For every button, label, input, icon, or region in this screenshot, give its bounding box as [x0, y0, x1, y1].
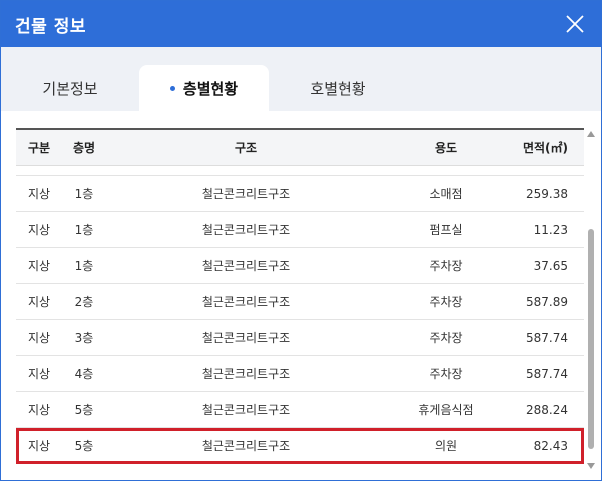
tab-floor-status[interactable]: 층별현황	[139, 65, 269, 111]
active-tab-dot	[169, 85, 175, 91]
tab-basic-info[interactable]: 기본정보	[5, 65, 135, 111]
vertical-scrollbar[interactable]	[586, 131, 596, 469]
scroll-thumb[interactable]	[588, 229, 594, 449]
table-row-highlighted[interactable]: 지상 5층 철근콘크리트구조 의원 82.43	[16, 428, 584, 464]
cell-category: 지상	[27, 223, 51, 237]
cell-usage: 주차장	[429, 259, 463, 273]
cell-area: 259.38	[526, 186, 568, 201]
tab-label: 호별현황	[310, 79, 366, 98]
cell-category: 지상	[27, 259, 51, 273]
cell-floor: 5층	[74, 439, 94, 453]
cell-floor: 3층	[74, 331, 94, 345]
table-row[interactable]: 지상 5층 철근콘크리트구조 휴게음식점 288.24	[16, 392, 584, 428]
cell-area: 587.74	[526, 366, 568, 381]
close-button[interactable]	[563, 12, 587, 36]
table-row[interactable]: 지상 4층 철근콘크리트구조 주차장 587.74	[16, 356, 584, 392]
cell-floor: 1층	[74, 187, 94, 201]
cell-floor: 1층	[74, 259, 94, 273]
title-bar: 건물 정보	[1, 1, 601, 47]
cell-usage: 의원	[434, 439, 458, 453]
cell-floor: 4층	[74, 367, 94, 381]
cell-usage: 주차장	[429, 295, 463, 309]
cell-category: 지상	[27, 403, 51, 417]
header-structure: 구조	[234, 141, 258, 155]
table-row[interactable]: 지상 2층 철근콘크리트구조 주차장 587.89	[16, 284, 584, 320]
cell-area: 37.65	[533, 258, 568, 273]
cell-category: 지상	[27, 367, 51, 381]
table-header: 구분 층명 구조 용도 면적(㎡)	[16, 128, 584, 166]
cell-category: 지상	[27, 331, 51, 345]
building-info-dialog: 건물 정보 기본정보 층별현황 호별현황 구분 층명 구조 용도 면적(㎡) 지…	[0, 0, 602, 481]
cell-structure: 철근콘크리트구조	[201, 403, 291, 417]
floor-table[interactable]: 구분 층명 구조 용도 면적(㎡) 지상 1층 철근콘크리트구조 소매점 259.38 지…	[16, 128, 584, 470]
cell-floor: 5층	[74, 403, 94, 417]
header-usage: 용도	[434, 141, 458, 155]
cell-structure: 철근콘크리트구조	[201, 439, 291, 453]
table-row[interactable]: 지상 1층 철근콘크리트구조 주차장 37.65	[16, 248, 584, 284]
cell-area: 288.24	[526, 402, 568, 417]
tab-content: 구분 층명 구조 용도 면적(㎡) 지상 1층 철근콘크리트구조 소매점 259.38 지…	[1, 111, 601, 480]
header-floor: 층명	[72, 141, 96, 155]
table-body: 지상 1층 철근콘크리트구조 소매점 259.38 지상 1층 철근콘크리트구조 펌프실 11.2…	[16, 176, 584, 464]
cell-structure: 철근콘크리트구조	[201, 331, 291, 345]
cell-usage: 펌프실	[429, 223, 463, 237]
close-icon	[566, 15, 584, 33]
scroll-up-arrow-icon[interactable]	[587, 131, 595, 137]
cell-structure: 철근콘크리트구조	[201, 367, 291, 381]
scroll-down-arrow-icon[interactable]	[587, 463, 595, 469]
cell-usage: 휴게음식점	[418, 403, 474, 417]
tab-label: 기본정보	[42, 79, 98, 98]
table-row-partial	[16, 166, 584, 176]
header-area: 면적(㎡)	[522, 141, 568, 155]
cell-floor: 2층	[74, 295, 94, 309]
cell-usage: 주차장	[429, 367, 463, 381]
cell-usage: 소매점	[429, 187, 463, 201]
cell-structure: 철근콘크리트구조	[201, 259, 291, 273]
cell-category: 지상	[27, 187, 51, 201]
cell-category: 지상	[27, 295, 51, 309]
cell-area: 11.23	[533, 222, 568, 237]
tab-label: 층별현황	[182, 79, 239, 98]
cell-structure: 철근콘크리트구조	[201, 223, 291, 237]
cell-structure: 철근콘크리트구조	[201, 187, 291, 201]
cell-usage: 주차장	[429, 331, 463, 345]
cell-area: 587.74	[526, 330, 568, 345]
cell-area: 587.89	[526, 294, 568, 309]
cell-floor: 1층	[74, 223, 94, 237]
table-row[interactable]: 지상 1층 철근콘크리트구조 소매점 259.38	[16, 176, 584, 212]
cell-category: 지상	[27, 439, 51, 453]
tab-unit-status[interactable]: 호별현황	[273, 65, 403, 111]
table-row[interactable]: 지상 1층 철근콘크리트구조 펌프실 11.23	[16, 212, 584, 248]
cell-structure: 철근콘크리트구조	[201, 295, 291, 309]
table-row[interactable]: 지상 3층 철근콘크리트구조 주차장 587.74	[16, 320, 584, 356]
dialog-title: 건물 정보	[15, 16, 86, 37]
header-category: 구분	[27, 141, 51, 155]
cell-area: 82.43	[533, 438, 568, 453]
tab-bar: 기본정보 층별현황 호별현황	[1, 47, 601, 111]
